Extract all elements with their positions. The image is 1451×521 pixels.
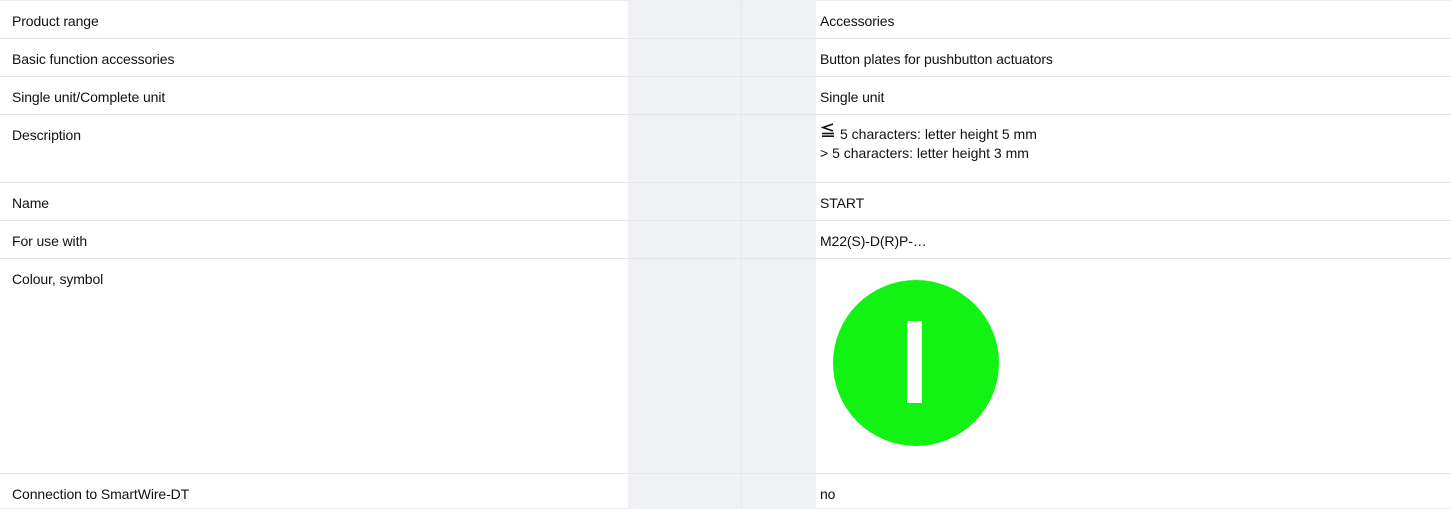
row-value: Accessories [820, 13, 895, 29]
start-symbol-icon [833, 280, 999, 446]
row-value: START [820, 195, 865, 211]
row-label-cell: Name [0, 182, 628, 221]
description-line: 5 characters: letter height 5 mm [820, 123, 1451, 143]
row-value-cell [816, 258, 1451, 474]
row-value: Button plates for pushbutton actuators [820, 51, 1053, 67]
spacer-cell [628, 258, 742, 474]
table-row: Colour, symbol [0, 258, 1451, 474]
spacer-cell [741, 473, 816, 509]
table-row: Name START [0, 182, 1451, 221]
row-label-cell: Single unit/Complete unit [0, 76, 628, 115]
spacer-cell [628, 38, 742, 77]
spacer-cell [628, 473, 742, 509]
spacer-cell [741, 38, 816, 77]
less-than-or-equal-icon [820, 123, 834, 137]
table-row: For use with M22(S)-D(R)P-… [0, 220, 1451, 259]
table-row: Single unit/Complete unit Single unit [0, 76, 1451, 115]
description-value: 5 characters: letter height 5 mm > 5 cha… [816, 115, 1451, 163]
spacer-cell [741, 114, 816, 183]
row-label-cell: For use with [0, 220, 628, 259]
spec-table: Product range Accessories Basic function… [0, 0, 1451, 509]
description-line-text: 5 characters: letter height 5 mm [840, 126, 1037, 142]
row-label: Connection to SmartWire-DT [12, 486, 190, 502]
spacer-cell [628, 76, 742, 115]
row-value: M22(S)-D(R)P-… [820, 233, 927, 249]
row-value-cell: 5 characters: letter height 5 mm > 5 cha… [816, 114, 1451, 183]
table-row: Product range Accessories [0, 0, 1451, 39]
row-value-cell: START [816, 182, 1451, 221]
row-value-cell: M22(S)-D(R)P-… [816, 220, 1451, 259]
row-value-cell: Accessories [816, 0, 1451, 39]
spacer-cell [741, 0, 816, 39]
spacer-cell [741, 258, 816, 474]
row-label: For use with [12, 233, 88, 249]
table-row: Basic function accessories Button plates… [0, 38, 1451, 77]
spacer-cell [741, 220, 816, 259]
row-label-cell: Description [0, 114, 628, 183]
row-label: Description [12, 127, 81, 143]
row-value: Single unit [820, 89, 885, 105]
row-label: Product range [12, 13, 99, 29]
row-value-cell: no [816, 473, 1451, 509]
spacer-cell [628, 0, 742, 39]
row-label-cell: Connection to SmartWire-DT [0, 473, 628, 509]
spacer-cell [741, 182, 816, 221]
spacer-cell [628, 182, 742, 221]
spacer-cell [628, 220, 742, 259]
row-value-cell: Button plates for pushbutton actuators [816, 38, 1451, 77]
row-label-cell: Product range [0, 0, 628, 39]
symbol-container [816, 259, 1451, 452]
row-label: Colour, symbol [12, 271, 104, 287]
row-value-cell: Single unit [816, 76, 1451, 115]
row-label: Basic function accessories [12, 51, 175, 67]
row-label: Single unit/Complete unit [12, 89, 166, 105]
row-label: Name [12, 195, 49, 211]
table-row: Connection to SmartWire-DT no [0, 473, 1451, 509]
spacer-cell [628, 114, 742, 183]
table-row: Description 5 characters: letter height … [0, 114, 1451, 183]
row-label-cell: Basic function accessories [0, 38, 628, 77]
row-value: no [820, 486, 836, 502]
spacer-cell [741, 76, 816, 115]
row-label-cell: Colour, symbol [0, 258, 628, 474]
description-line-text: > 5 characters: letter height 3 mm [820, 145, 1029, 161]
